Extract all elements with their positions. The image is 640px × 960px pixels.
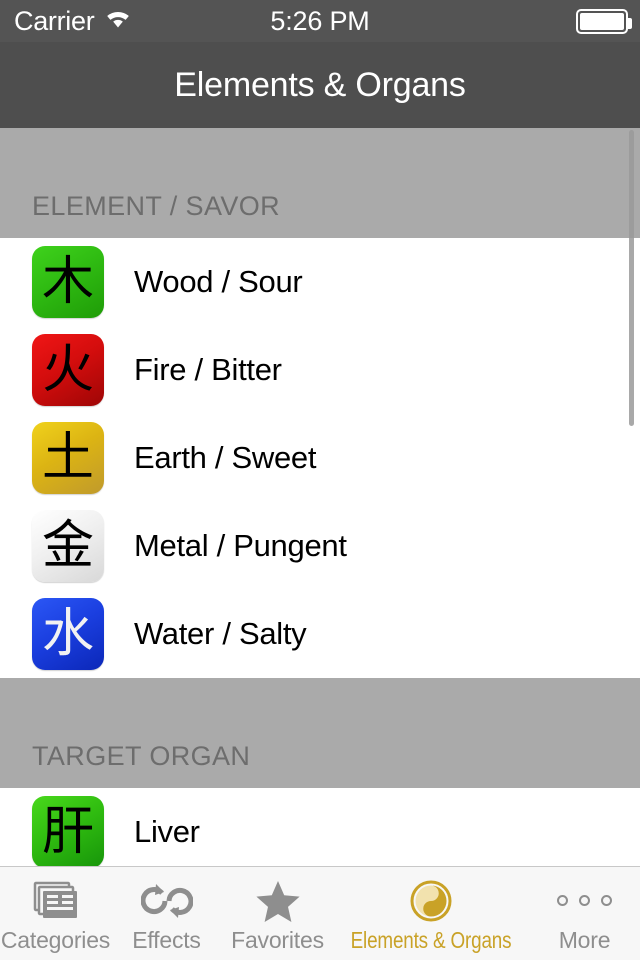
element-icon-metal: 金 (32, 510, 104, 582)
section-header-element-savor: ELEMENT / SAVOR (0, 128, 640, 238)
ellipsis-dot (601, 895, 613, 906)
battery-icon (576, 8, 632, 34)
clock-label: 5:26 PM (270, 5, 370, 36)
refresh-cycle-icon (140, 878, 193, 924)
vertical-scrollbar[interactable] (629, 130, 634, 426)
tab-label: Effects (132, 926, 201, 953)
status-bar: Carrier 5:26 PM (0, 0, 640, 42)
table-row-label: Fire / Bitter (134, 352, 282, 387)
battery-level-fill (580, 12, 624, 30)
element-icon-water: 水 (32, 598, 104, 670)
table-row-label: Earth / Sweet (134, 440, 317, 475)
yin-yang-icon (409, 878, 453, 924)
tab-label: Elements & Organs (350, 926, 512, 953)
table-row[interactable]: 木 Wood / Sour (0, 238, 640, 326)
ellipsis-dot (557, 895, 569, 906)
tab-label: More (558, 926, 611, 953)
table-row[interactable]: 金 Metal / Pungent (0, 502, 640, 590)
tab-favorites[interactable]: Favorites (222, 867, 333, 960)
table-row[interactable]: 土 Earth / Sweet (0, 414, 640, 502)
tab-bar: Categories Effects Favorites Elements & … (0, 866, 640, 960)
tab-more[interactable]: More (529, 867, 640, 960)
ellipsis-icon (557, 878, 613, 924)
table-row[interactable]: 火 Fire / Bitter (0, 326, 640, 414)
app-screen: Carrier 5:26 PM Elements & Organs ELEMEN… (0, 0, 640, 960)
table-view[interactable]: ELEMENT / SAVOR 木 Wood / Sour 火 Fire / B… (0, 128, 640, 866)
stacked-cards-icon (33, 878, 79, 924)
section-header-label: ELEMENT / SAVOR (32, 191, 281, 221)
tab-elements-organs[interactable]: Elements & Organs (333, 867, 529, 960)
table-row[interactable]: 水 Water / Salty (0, 590, 640, 678)
tab-effects[interactable]: Effects (111, 867, 222, 960)
element-icon-fire: 火 (32, 334, 104, 406)
ellipsis-dot (579, 895, 591, 906)
table-row-label: Liver (134, 814, 200, 849)
section-header-label: TARGET ORGAN (32, 741, 251, 771)
tab-label: Favorites (231, 926, 324, 953)
tab-label: Categories (0, 926, 111, 953)
navigation-bar: Elements & Organs (0, 42, 640, 128)
table-row[interactable]: 肝 Liver (0, 788, 640, 866)
section-header-target-organ: TARGET ORGAN (0, 678, 640, 788)
element-icon-wood: 木 (32, 246, 104, 318)
status-bar-right (576, 8, 632, 34)
table-row-label: Wood / Sour (134, 264, 303, 299)
organ-icon-liver: 肝 (32, 796, 104, 866)
page-title: Elements & Organs (174, 65, 466, 104)
battery-cap (628, 17, 632, 29)
element-icon-earth: 土 (32, 422, 104, 494)
table-row-label: Metal / Pungent (134, 528, 347, 563)
tab-categories[interactable]: Categories (0, 867, 111, 960)
table-row-label: Water / Salty (134, 616, 307, 651)
star-icon (254, 878, 302, 924)
